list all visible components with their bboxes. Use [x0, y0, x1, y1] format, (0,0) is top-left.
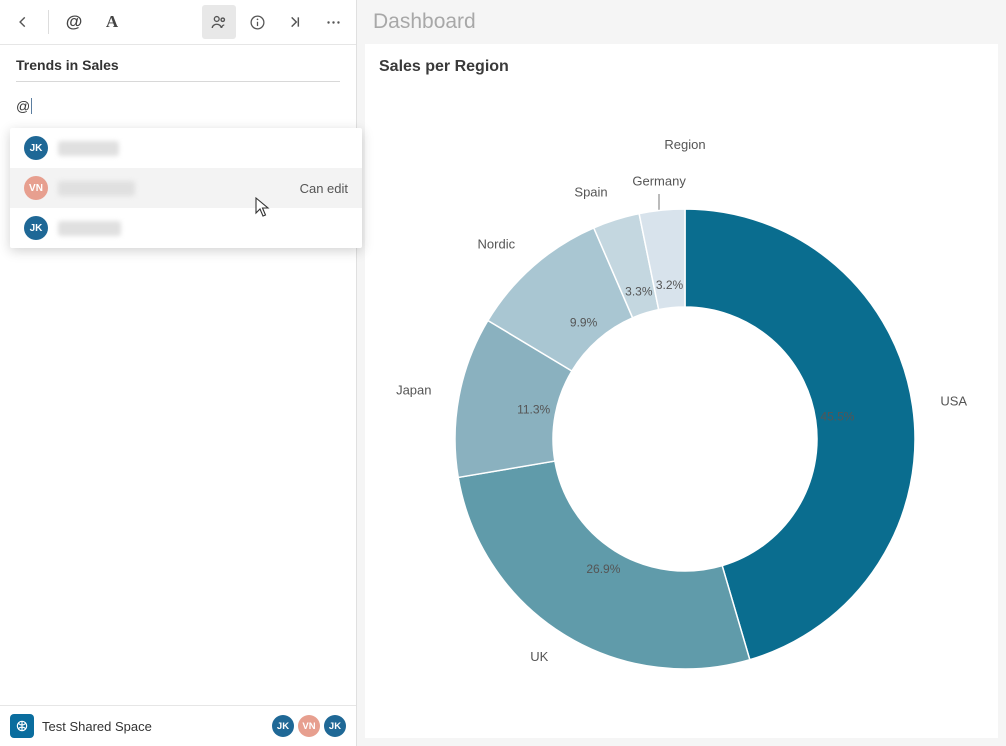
- slice-label: USA: [940, 394, 967, 409]
- slice-label: Japan: [396, 383, 431, 398]
- slice-percent: 11.3%: [517, 403, 550, 417]
- slice-label: Germany: [632, 174, 686, 189]
- avatar: VN: [24, 176, 48, 200]
- slice-percent: 9.9%: [570, 315, 598, 329]
- text-format-button[interactable]: A: [95, 5, 129, 39]
- mention-input-value: @: [16, 98, 30, 114]
- slice-percent: 3.3%: [625, 284, 653, 298]
- chart-title: Sales per Region: [365, 44, 998, 80]
- mention-option[interactable]: VN Vera Norman Can edit: [10, 168, 362, 208]
- space-name: Test Shared Space: [42, 719, 152, 734]
- avatar[interactable]: VN: [298, 715, 320, 737]
- slice-label: Nordic: [478, 236, 516, 251]
- mention-suggestions: JK John Kline VN Vera Norman Can edit JK Jamie…: [10, 128, 362, 248]
- mention-option[interactable]: JK Jamie Kerr: [10, 208, 362, 248]
- people-button[interactable]: [202, 5, 236, 39]
- separator: [48, 10, 49, 34]
- last-page-button[interactable]: [278, 5, 312, 39]
- donut-chart[interactable]: Region 45.5% USA 26.9% UK 11.3% Japan 9.9% Nordi…: [365, 94, 1005, 734]
- mention-name: John Kline: [58, 141, 119, 156]
- mention-button[interactable]: @: [57, 5, 91, 39]
- space-icon[interactable]: [10, 714, 34, 738]
- svg-text:Region: Region: [664, 137, 705, 152]
- insights-sidebar: @ A Trends in Sales @ JKJohn KlineVNVera: [0, 0, 357, 746]
- main-area: Dashboard Sales per Region Region 45.5% US…: [357, 0, 1006, 746]
- chart-card: Sales per Region Region 45.5% USA 26.9% UK 11…: [365, 44, 998, 738]
- avatar: JK: [24, 216, 48, 240]
- footer-avatars: JKVNJK: [272, 715, 346, 737]
- mention-option[interactable]: JK John Kline: [10, 128, 362, 168]
- back-button[interactable]: [6, 5, 40, 39]
- mention-input[interactable]: @: [16, 98, 340, 114]
- slice-percent: 45.5%: [820, 409, 854, 423]
- more-button[interactable]: [316, 5, 350, 39]
- slice-percent: 3.2%: [656, 278, 684, 292]
- mention-name: Jamie Kerr: [58, 221, 121, 236]
- sidebar-toolbar: @ A: [0, 0, 356, 45]
- avatar: JK: [24, 136, 48, 160]
- slice-percent: 26.9%: [586, 562, 620, 576]
- section-title: Trends in Sales: [16, 57, 340, 82]
- mention-name: Vera Norman: [58, 181, 135, 196]
- cursor-icon: [254, 196, 272, 218]
- sidebar-footer: Test Shared Space JKVNJK: [0, 705, 356, 746]
- page-title: Dashboard: [357, 0, 1006, 44]
- mention-role: Can edit: [300, 181, 348, 196]
- info-button[interactable]: [240, 5, 274, 39]
- avatar[interactable]: JK: [272, 715, 294, 737]
- slice-label: Spain: [574, 184, 607, 199]
- avatar[interactable]: JK: [324, 715, 346, 737]
- slice-label: UK: [530, 649, 548, 664]
